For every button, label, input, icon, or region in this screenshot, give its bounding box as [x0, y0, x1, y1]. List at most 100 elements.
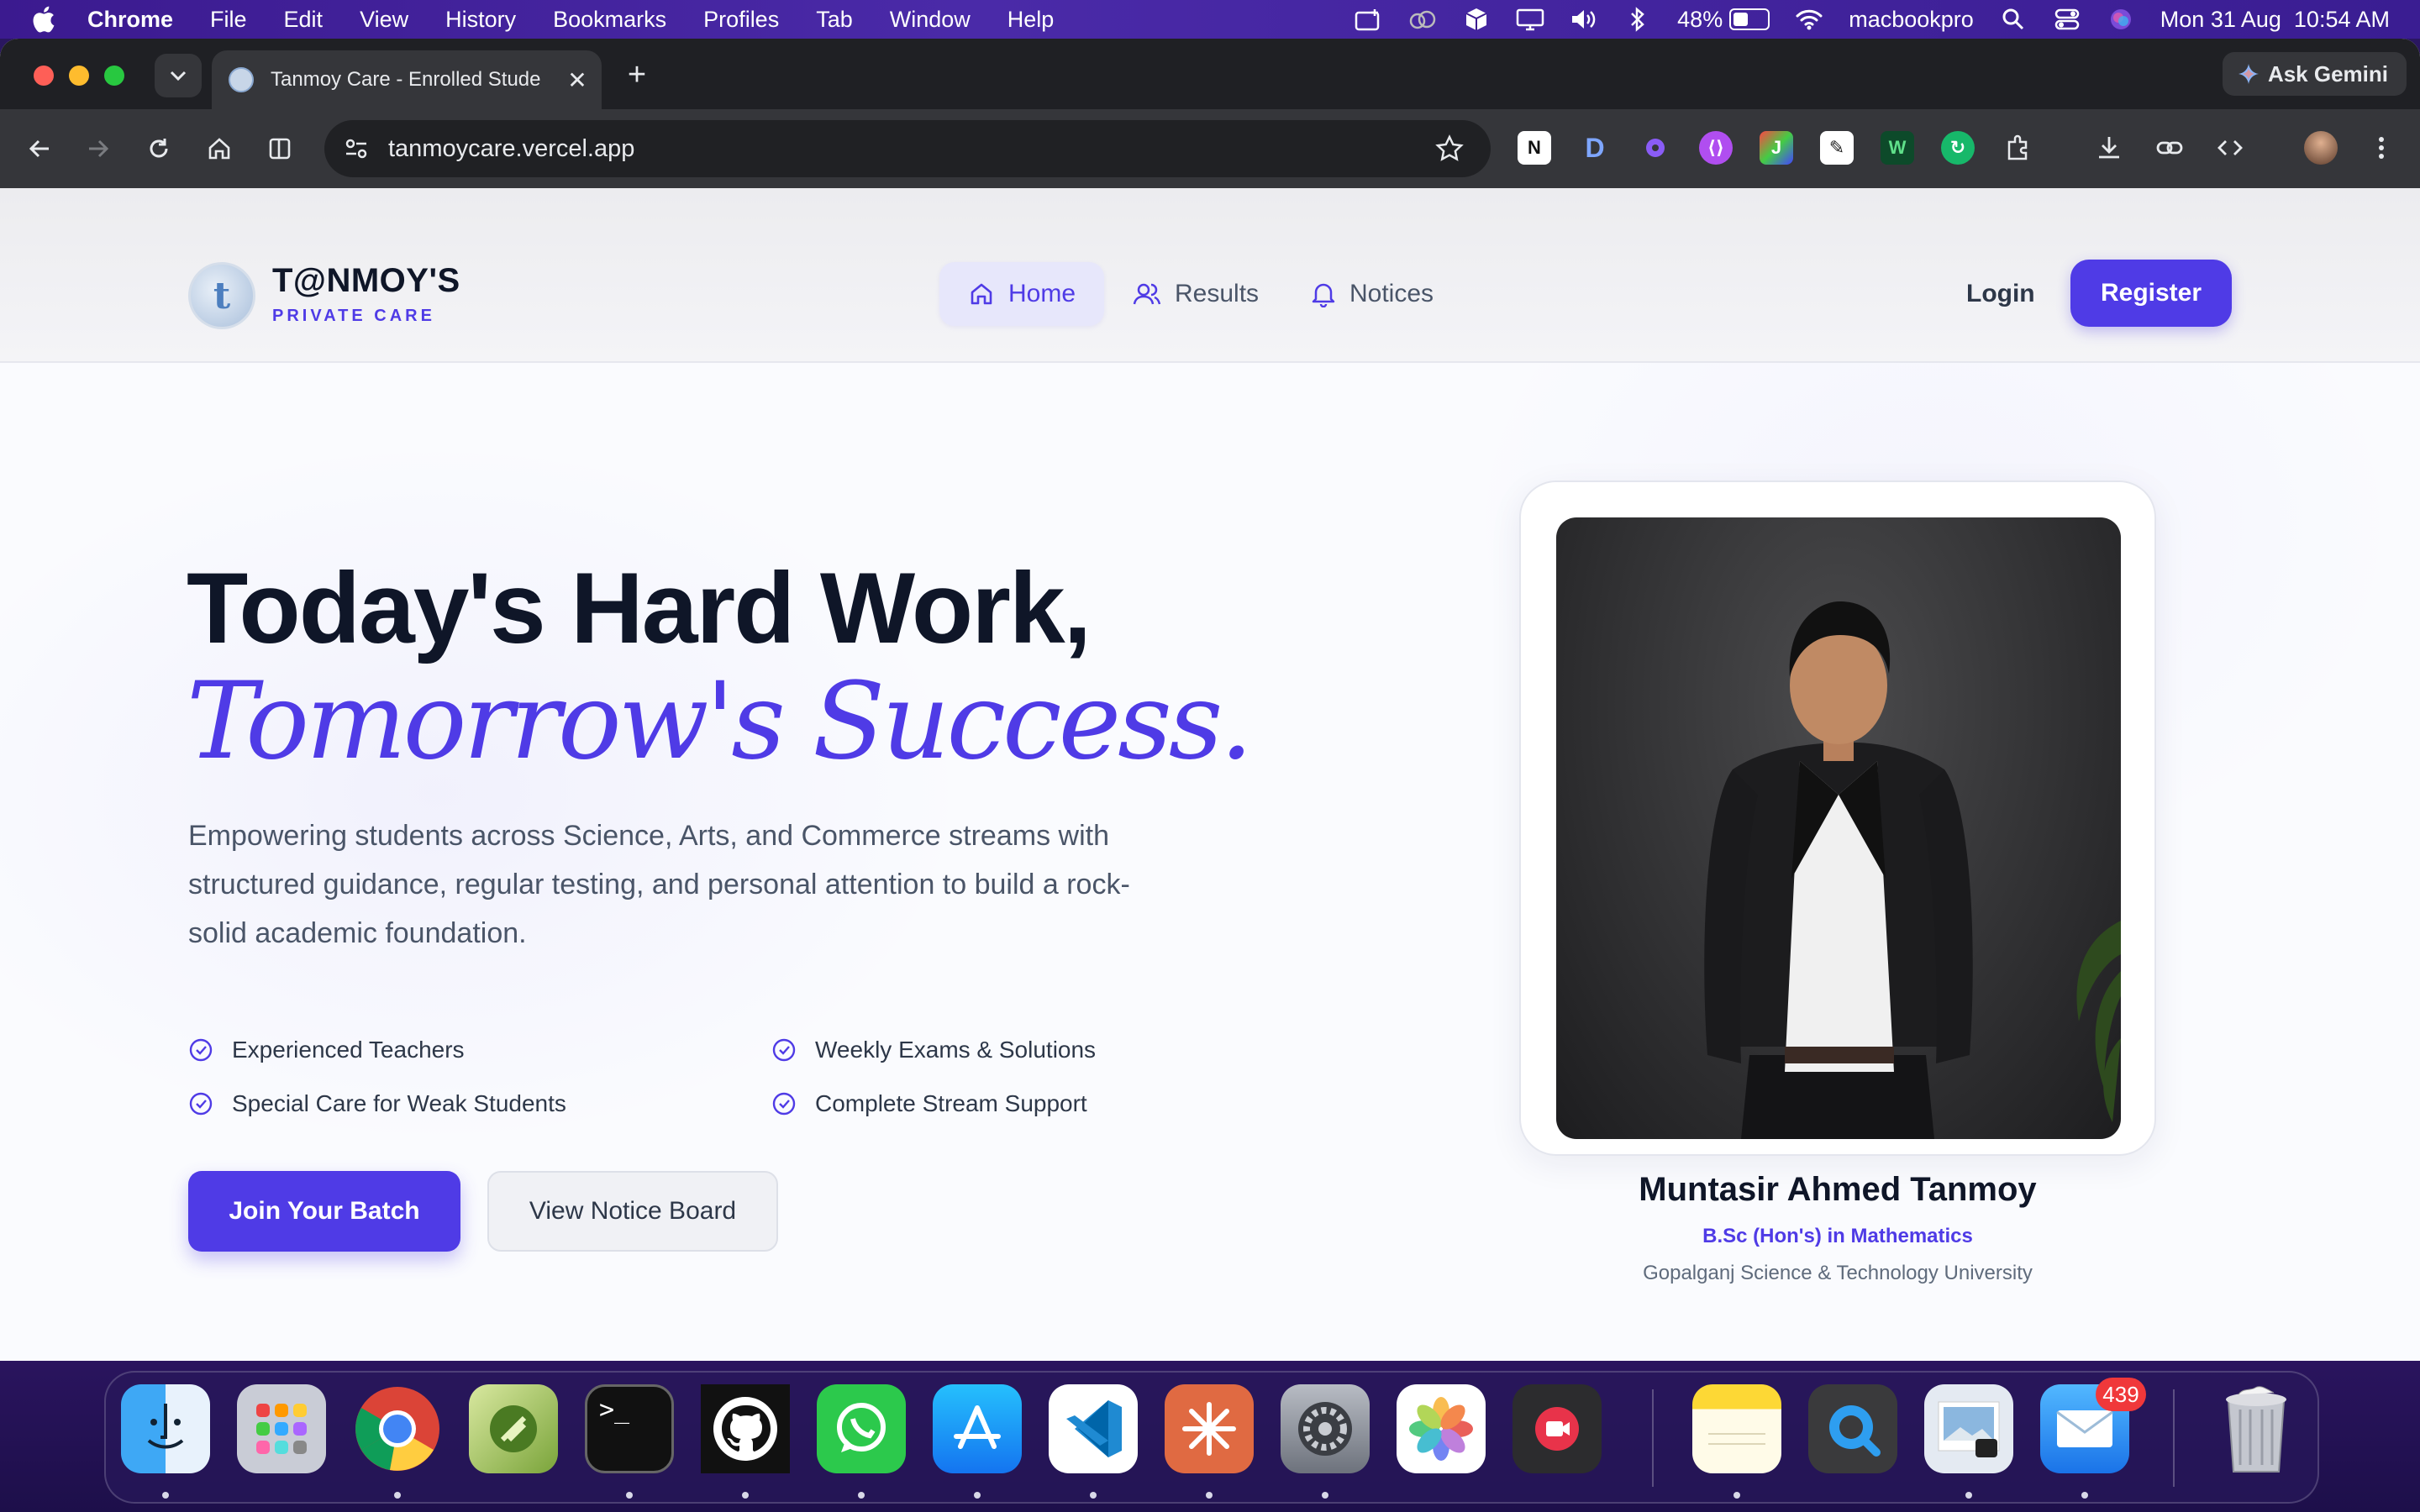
- photos-icon[interactable]: [1397, 1384, 1486, 1473]
- menu-window[interactable]: Window: [890, 7, 971, 33]
- apple-icon[interactable]: [30, 5, 55, 34]
- view-notice-board-button[interactable]: View Notice Board: [487, 1171, 778, 1252]
- notes-icon[interactable]: [1692, 1384, 1781, 1473]
- feature-label: Experienced Teachers: [232, 1037, 465, 1063]
- running-indicator: [1322, 1492, 1328, 1499]
- spotlight-search-icon[interactable]: [1999, 8, 2028, 31]
- minimize-window-button[interactable]: [69, 66, 89, 86]
- back-button[interactable]: [18, 128, 60, 170]
- site-logo[interactable]: t: [188, 262, 255, 329]
- new-tab-button[interactable]: +: [620, 57, 654, 93]
- nav-notices[interactable]: Notices: [1282, 262, 1462, 326]
- bluetooth-icon[interactable]: [1623, 7, 1652, 32]
- battery-indicator[interactable]: 48%: [1677, 7, 1770, 33]
- running-indicator: [1733, 1492, 1740, 1499]
- claude-icon[interactable]: [1165, 1384, 1254, 1473]
- side-panel-button[interactable]: [259, 128, 301, 170]
- siri-icon[interactable]: [2107, 8, 2135, 31]
- d-extension-icon[interactable]: D: [1578, 131, 1612, 165]
- tab-active[interactable]: Tanmoy Care - Enrolled Stude ✕: [212, 50, 602, 109]
- screen-recorder-icon[interactable]: [1512, 1384, 1602, 1473]
- running-indicator: [2081, 1492, 2088, 1499]
- app-store-icon[interactable]: [933, 1384, 1022, 1473]
- profile-university: Gopalganj Science & Technology Universit…: [1643, 1262, 2033, 1284]
- forward-button[interactable]: [77, 128, 119, 170]
- site-favicon-icon: [229, 67, 254, 92]
- menu-help[interactable]: Help: [1007, 7, 1055, 33]
- download-icon[interactable]: [2092, 131, 2126, 165]
- wifi-icon[interactable]: [1795, 8, 1823, 31]
- battery-fill: [1733, 13, 1749, 26]
- preview-icon[interactable]: [1924, 1384, 2013, 1473]
- menu-bookmarks[interactable]: Bookmarks: [553, 7, 666, 33]
- chrome-icon[interactable]: [353, 1384, 442, 1473]
- cube-icon[interactable]: [1462, 8, 1491, 31]
- nav-results[interactable]: Results: [1104, 262, 1287, 326]
- pen-extension-icon[interactable]: ✎: [1820, 131, 1854, 165]
- code-icon[interactable]: [2213, 131, 2247, 165]
- more-menu-icon[interactable]: [2365, 131, 2398, 165]
- login-link[interactable]: Login: [1966, 272, 2035, 316]
- volume-icon[interactable]: [1570, 8, 1598, 31]
- profile-name: Muntasir Ahmed Tanmoy: [1639, 1171, 2037, 1208]
- menu-edit[interactable]: Edit: [284, 7, 324, 33]
- side-panel-icon: [269, 138, 291, 160]
- extensions-puzzle-icon[interactable]: [2002, 131, 2035, 165]
- zoom-window-button[interactable]: [104, 66, 124, 86]
- brand[interactable]: T@NMOY'S PRIVATE CARE: [272, 262, 460, 326]
- bookmark-star-icon[interactable]: [1435, 134, 1464, 163]
- close-window-button[interactable]: [34, 66, 54, 86]
- github-icon[interactable]: [701, 1384, 790, 1473]
- tab-search-button[interactable]: [155, 54, 202, 97]
- url-text[interactable]: tanmoycare.vercel.app: [388, 135, 634, 163]
- trash-icon[interactable]: [2212, 1384, 2301, 1473]
- terminal-icon[interactable]: >_: [585, 1384, 674, 1473]
- menubar-datetime[interactable]: Mon 31 Aug 10:54 AM: [2160, 7, 2390, 33]
- launchpad-icon[interactable]: [237, 1384, 326, 1473]
- ask-gemini-button[interactable]: Ask Gemini: [2222, 52, 2407, 96]
- purple-extension-icon[interactable]: ⟨⟩: [1699, 131, 1733, 165]
- menu-profiles[interactable]: Profiles: [703, 7, 779, 33]
- arrow-left-icon: [29, 139, 49, 158]
- arrow-right-icon: [89, 139, 109, 158]
- running-indicator: [394, 1492, 401, 1499]
- color-extension-icon[interactable]: J: [1760, 131, 1793, 165]
- creative-cloud-icon[interactable]: [1408, 8, 1437, 31]
- control-center-icon[interactable]: [2053, 8, 2081, 31]
- green-extension-icon[interactable]: ↻: [1941, 131, 1975, 165]
- system-settings-icon[interactable]: [1281, 1384, 1370, 1473]
- display-icon[interactable]: [1516, 8, 1544, 31]
- feature-item: Weekly Exams & Solutions: [771, 1033, 1096, 1067]
- address-bar[interactable]: tanmoycare.vercel.app: [324, 120, 1491, 177]
- profile-avatar[interactable]: [2304, 131, 2338, 165]
- quicktime-icon[interactable]: [1808, 1384, 1897, 1473]
- browser-toolbar: tanmoycare.vercel.app N D ⟨⟩ J ✎ W ↻: [0, 109, 2420, 188]
- whatsapp-icon[interactable]: [817, 1384, 906, 1473]
- nav-home[interactable]: Home: [939, 262, 1105, 326]
- join-batch-button[interactable]: Join Your Batch: [188, 1171, 460, 1252]
- link-icon[interactable]: [2153, 131, 2186, 165]
- running-indicator: [742, 1492, 749, 1499]
- gear-extension-icon[interactable]: [1639, 131, 1672, 165]
- menubar-hostname[interactable]: macbookpro: [1849, 7, 1974, 33]
- finder-icon[interactable]: [121, 1384, 210, 1473]
- menu-file[interactable]: File: [210, 7, 247, 33]
- feature-item: Experienced Teachers: [188, 1033, 465, 1067]
- wappalyzer-extension-icon[interactable]: W: [1881, 131, 1914, 165]
- dock-separator: [1652, 1389, 1654, 1487]
- home-button[interactable]: [198, 128, 240, 170]
- screen-capture-icon[interactable]: [1355, 8, 1383, 31]
- profile-degree: B.Sc (Hon's) in Mathematics: [1702, 1225, 1973, 1247]
- menu-tab[interactable]: Tab: [816, 7, 853, 33]
- rocket-app-icon[interactable]: [469, 1384, 558, 1473]
- menubar-app-name[interactable]: Chrome: [87, 7, 173, 33]
- vscode-icon[interactable]: [1049, 1384, 1138, 1473]
- menu-view[interactable]: View: [360, 7, 408, 33]
- feature-label: Complete Stream Support: [815, 1090, 1087, 1116]
- register-button[interactable]: Register: [2070, 260, 2232, 327]
- site-settings-icon[interactable]: [341, 134, 371, 164]
- notion-extension-icon[interactable]: N: [1518, 131, 1551, 165]
- menu-history[interactable]: History: [445, 7, 516, 33]
- reload-button[interactable]: [138, 128, 180, 170]
- tab-close-icon[interactable]: ✕: [565, 66, 590, 94]
